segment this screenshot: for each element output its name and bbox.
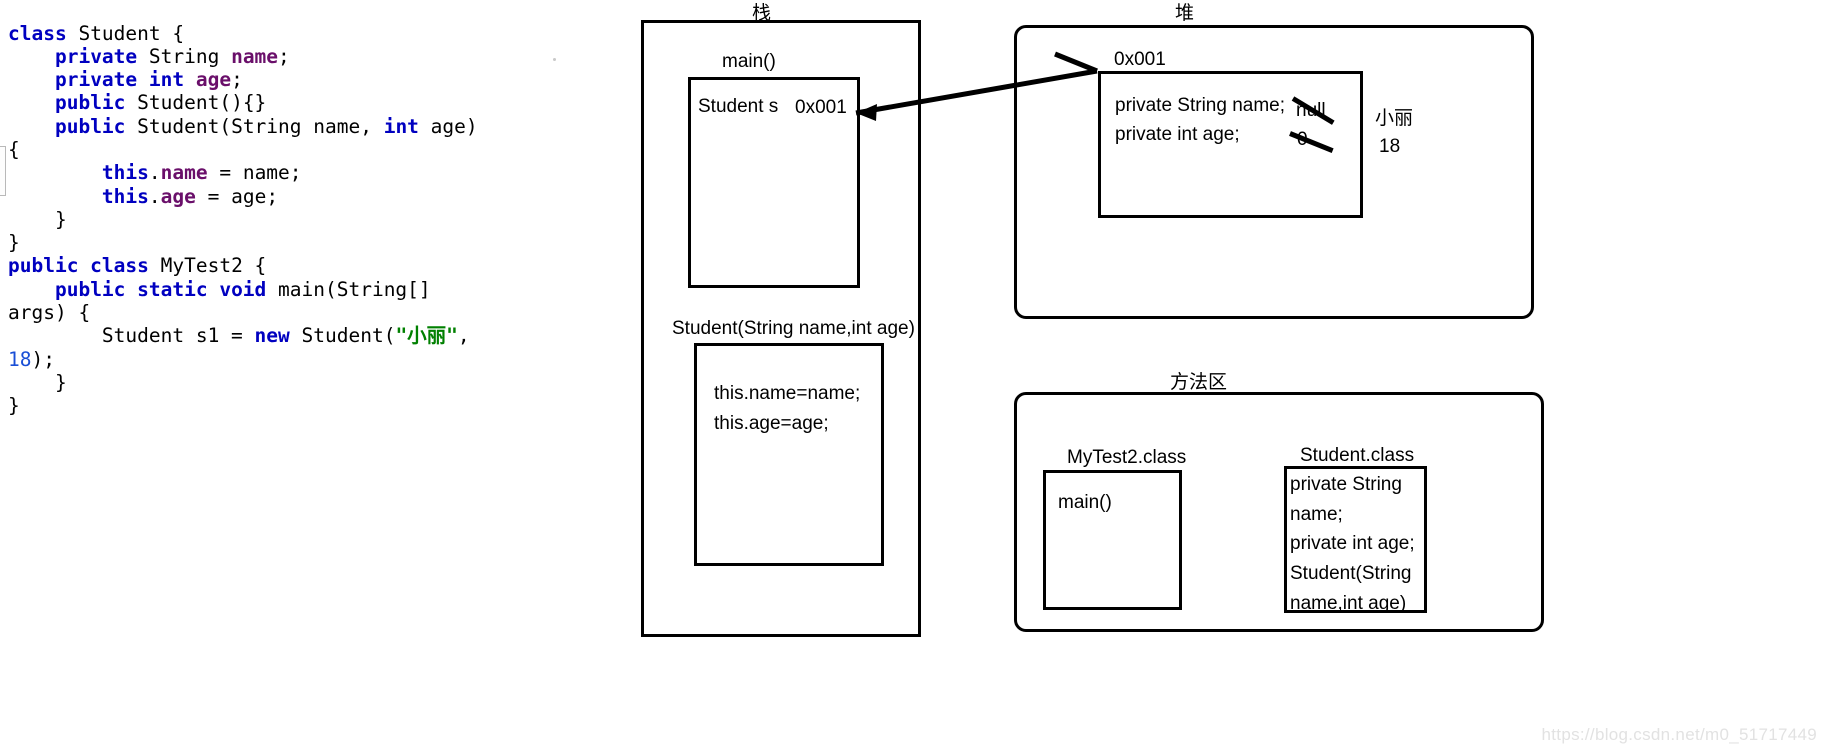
heap-object-new-value-2: 18 bbox=[1379, 136, 1401, 157]
code-token: public static void bbox=[54, 277, 279, 301]
mytest2-class-box bbox=[1043, 470, 1182, 610]
code-token: . bbox=[148, 184, 161, 208]
code-token: = age; bbox=[195, 184, 279, 208]
code-token: age bbox=[160, 184, 196, 208]
code-token: this bbox=[101, 161, 149, 185]
heap-object-field-1: private String name; bbox=[1115, 95, 1286, 116]
main-frame-value: 0x001 bbox=[795, 97, 847, 118]
code-token: ); bbox=[31, 347, 55, 371]
code-token: } bbox=[8, 231, 20, 255]
code-token: MyTest2 { bbox=[160, 254, 267, 278]
code-token: ; bbox=[278, 44, 290, 68]
heap-object-new-value-1: 小丽 bbox=[1375, 108, 1414, 129]
code-token: private bbox=[54, 68, 149, 92]
code-token: ; bbox=[231, 68, 243, 92]
constructor-frame-box bbox=[694, 343, 884, 566]
code-token: } bbox=[8, 207, 67, 231]
code-token: age bbox=[195, 68, 232, 92]
constructor-frame-label: Student(String name,int age) bbox=[672, 318, 915, 339]
code-token: "小丽" bbox=[395, 324, 458, 348]
code-token: Student( bbox=[301, 324, 396, 348]
code-token: Student s1 = bbox=[8, 324, 255, 348]
code-token: class bbox=[8, 21, 79, 45]
cursor-dot-artifact bbox=[553, 58, 556, 61]
student-class-member-3: Student(String name,int age) bbox=[1290, 563, 1412, 614]
code-token: public class bbox=[8, 254, 161, 278]
student-class-member-1: private String name; bbox=[1290, 474, 1402, 525]
heap-object-address: 0x001 bbox=[1114, 49, 1166, 70]
code-token: new bbox=[254, 324, 302, 348]
code-panel: class Student { private String name; pri… bbox=[0, 0, 600, 747]
mytest2-class-label: MyTest2.class bbox=[1067, 447, 1187, 468]
heap-object-field-2: private int age; bbox=[1115, 124, 1240, 145]
code-token: } bbox=[8, 370, 67, 394]
student-class-member-2: private int age; bbox=[1290, 533, 1415, 554]
editor-gutter-marker bbox=[0, 146, 6, 196]
code-token: } bbox=[8, 394, 20, 418]
constructor-line-1: this.name=name; bbox=[714, 383, 861, 404]
site-watermark: https://blog.csdn.net/m0_51717449 bbox=[1541, 725, 1817, 744]
code-token: int bbox=[383, 114, 431, 138]
code-token: private bbox=[54, 44, 149, 68]
code-token: 18 bbox=[8, 347, 32, 371]
code-token: Student(){} bbox=[137, 91, 267, 115]
code-token: public bbox=[54, 91, 138, 115]
java-source-code: class Student { private String name; pri… bbox=[8, 22, 488, 418]
constructor-line-2: this.age=age; bbox=[714, 413, 829, 434]
code-token: public bbox=[54, 114, 138, 138]
mytest2-class-member-1: main() bbox=[1058, 492, 1112, 513]
code-token: name bbox=[160, 161, 208, 185]
code-token: = name; bbox=[207, 161, 302, 185]
code-token: String bbox=[148, 44, 232, 68]
student-class-label: Student.class bbox=[1300, 445, 1415, 466]
main-frame-variable: Student s bbox=[698, 96, 779, 117]
code-token: , bbox=[457, 324, 482, 348]
code-token: int bbox=[148, 68, 196, 92]
code-token: . bbox=[148, 161, 161, 185]
code-token: Student { bbox=[78, 21, 185, 45]
code-token: Student(String name, bbox=[137, 114, 384, 138]
code-token: name bbox=[231, 44, 279, 68]
main-frame-label: main() bbox=[722, 51, 776, 72]
code-token: this bbox=[101, 184, 149, 208]
heap-region-label: 堆 bbox=[1175, 3, 1195, 24]
method-area-region-label: 方法区 bbox=[1170, 372, 1228, 393]
